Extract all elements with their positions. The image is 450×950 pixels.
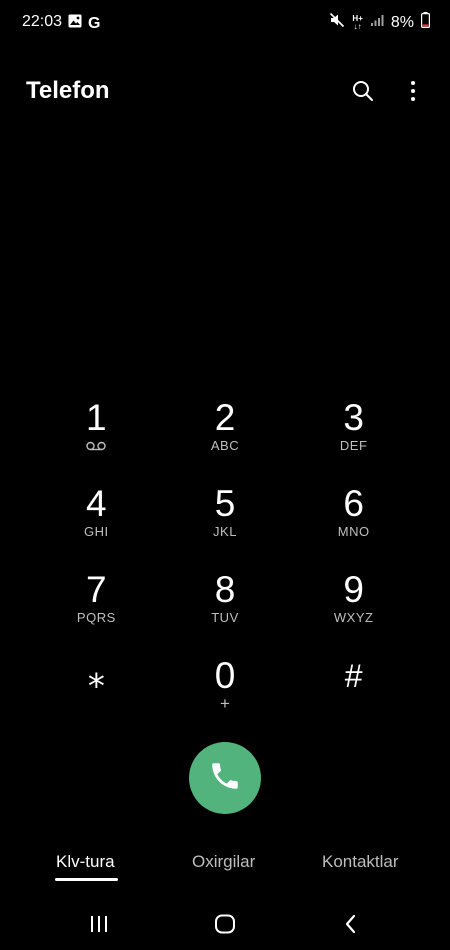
system-navbar — [0, 900, 450, 950]
key-digit: # — [344, 658, 363, 694]
key-letters: GHI — [84, 524, 109, 539]
header-actions — [350, 78, 426, 104]
bottom-tabs: Klv-tura Oxirgilar Kontaktlar — [0, 852, 450, 888]
key-digit: 5 — [214, 483, 236, 524]
active-tab-indicator — [55, 878, 118, 881]
key-digit: 9 — [343, 569, 364, 610]
key-8[interactable]: 8 TUV — [161, 566, 290, 652]
key-5[interactable]: 5 JKL — [161, 480, 290, 566]
voicemail-icon — [86, 438, 107, 454]
key-letters: MNO — [337, 524, 370, 539]
key-hash[interactable]: # — [289, 652, 418, 738]
key-9[interactable]: 9 WXYZ — [289, 566, 418, 652]
google-g-icon: G — [88, 14, 101, 32]
back-icon[interactable] — [337, 912, 365, 936]
key-digit: 6 — [343, 483, 364, 524]
key-0[interactable]: 0 + — [161, 652, 290, 738]
battery-icon — [421, 12, 431, 33]
key-2[interactable]: 2 ABC — [161, 394, 290, 480]
key-digit: 7 — [86, 569, 107, 610]
status-time: 22:03 — [22, 13, 63, 30]
tab-contacts[interactable]: Kontaktlar — [322, 852, 399, 872]
key-letters: WXYZ — [333, 610, 374, 625]
key-1[interactable]: 1 — [32, 394, 161, 480]
call-button[interactable] — [189, 742, 261, 814]
key-letters: + — [220, 694, 230, 713]
key-letters: JKL — [213, 524, 237, 539]
key-letters: ABC — [210, 438, 240, 453]
phone-icon — [208, 759, 242, 798]
key-3[interactable]: 3 DEF — [289, 394, 418, 480]
signal-icon — [370, 13, 384, 32]
search-icon[interactable] — [350, 78, 376, 104]
key-digit: 8 — [214, 569, 236, 610]
key-digit: 2 — [214, 397, 236, 438]
key-digit: 3 — [343, 397, 364, 438]
status-notification-icons: G — [68, 14, 100, 33]
key-4[interactable]: 4 GHI — [32, 480, 161, 566]
key-letters: DEF — [339, 438, 368, 453]
recents-icon[interactable] — [85, 912, 113, 936]
status-bar: 22:03 G H+ ↓↑ 8% — [0, 0, 450, 44]
more-vert-icon[interactable] — [400, 78, 426, 104]
mute-icon — [329, 12, 345, 33]
battery-percent: 8% — [390, 13, 414, 31]
key-letters: TUV — [211, 610, 239, 625]
key-digit: ⁎ — [87, 657, 105, 695]
data-activity-arrows: ↓↑ — [353, 21, 362, 31]
key-digit: 4 — [86, 483, 107, 524]
key-7[interactable]: 7 PQRS — [32, 566, 161, 652]
key-6[interactable]: 6 MNO — [289, 480, 418, 566]
data-hplus-icon: H+ ↓↑ — [352, 14, 362, 31]
dial-keypad: 1 2 ABC 3 DEF 4 GHI 5 JKL 6 MNO 7 PQRS 8… — [32, 394, 418, 730]
key-digit: 0 — [214, 655, 236, 696]
home-icon[interactable] — [211, 912, 239, 936]
key-star[interactable]: ⁎ — [32, 652, 161, 738]
tab-keypad[interactable]: Klv-tura — [56, 852, 115, 872]
tab-recents[interactable]: Oxirgilar — [192, 852, 255, 872]
key-digit: 1 — [86, 397, 107, 438]
key-letters: PQRS — [76, 610, 116, 625]
status-system-icons: H+ ↓↑ 8% — [329, 12, 431, 33]
page-title: Telefon — [26, 77, 110, 104]
image-icon — [68, 14, 82, 33]
